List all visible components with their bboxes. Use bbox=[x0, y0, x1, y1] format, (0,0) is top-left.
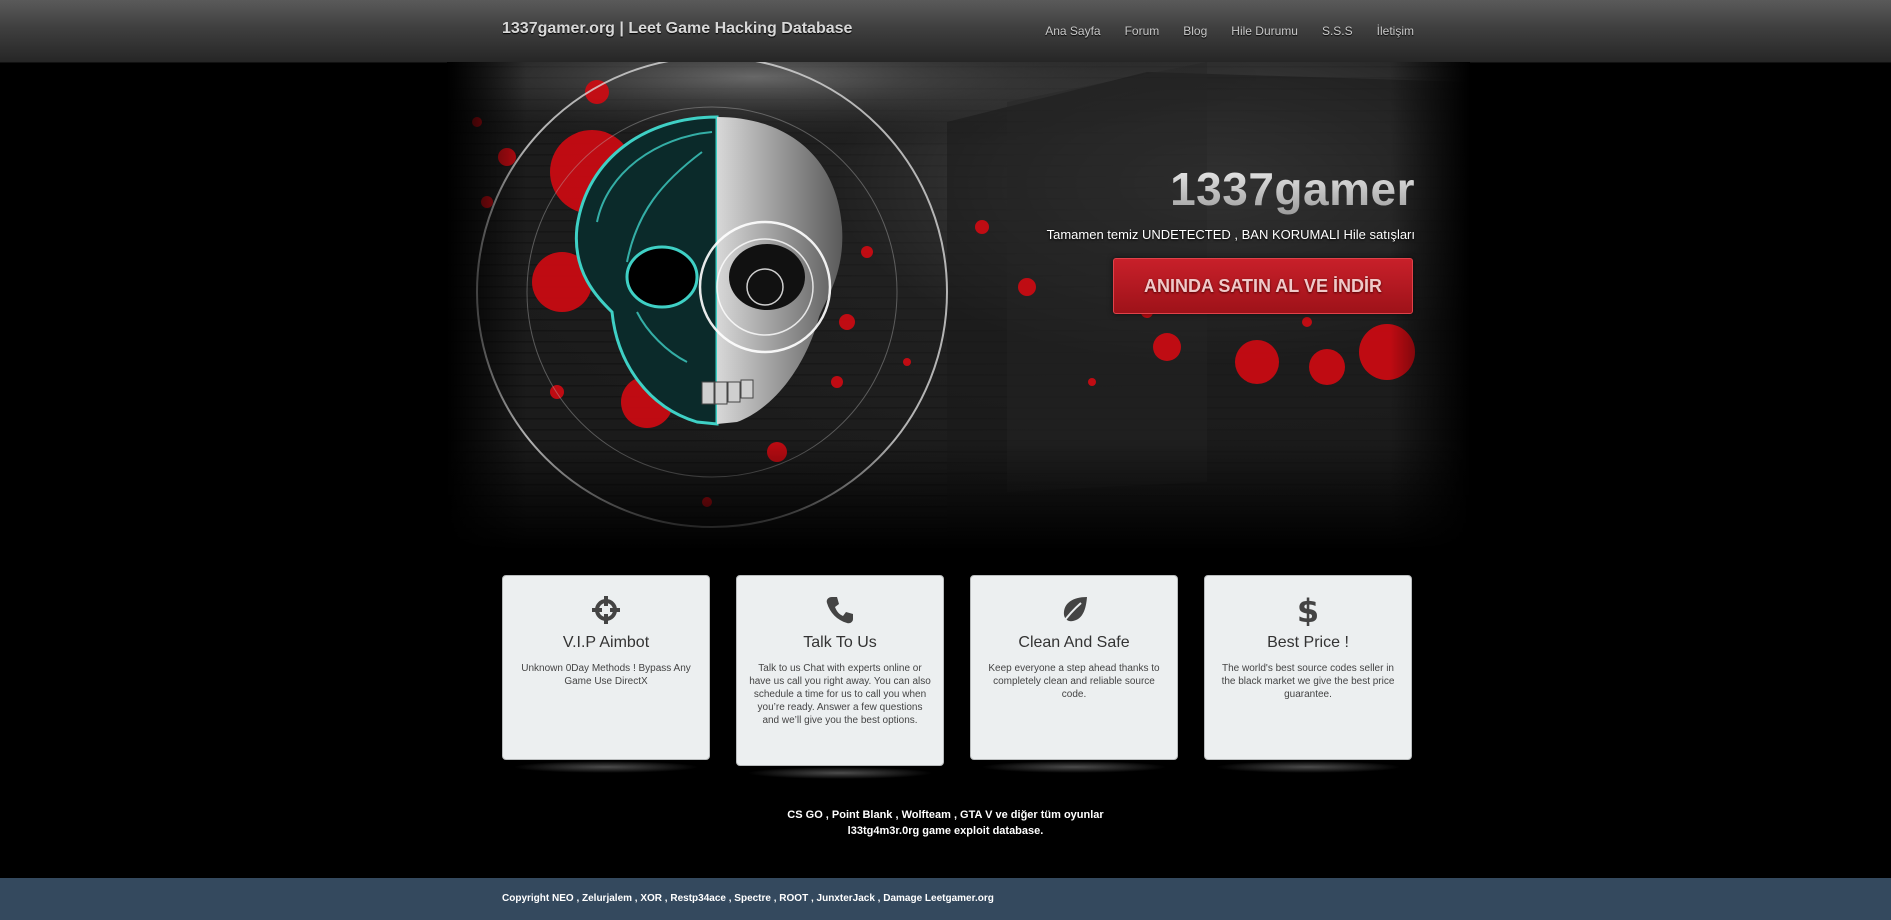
feature-text: Keep everyone a step ahead thanks to com… bbox=[988, 663, 1160, 700]
hero-title: 1337gamer bbox=[1170, 163, 1415, 215]
feature-text: Unknown 0Day Methods ! Bypass Any Game U… bbox=[521, 663, 691, 687]
feature-card-clean: Clean And Safe Keep everyone a step ahea… bbox=[970, 575, 1178, 773]
database-tagline: l33tg4m3r.0rg game exploit database. bbox=[847, 825, 1044, 837]
feature-title: Best Price ! bbox=[1267, 634, 1349, 651]
feature-card-talk: Talk To Us Talk to us Chat with experts … bbox=[736, 575, 944, 779]
nav-item-home[interactable]: Ana Sayfa bbox=[1045, 24, 1100, 38]
card-shadow bbox=[747, 767, 933, 779]
supported-games: CS GO , Point Blank , Wolfteam , GTA V v… bbox=[0, 807, 1891, 839]
buy-download-button[interactable]: ANINDA SATIN AL VE İNDİR bbox=[1113, 258, 1413, 314]
nav-item-contact[interactable]: İletişim bbox=[1377, 24, 1414, 38]
site-brand-link[interactable]: 1337gamer.org | Leet Game Hacking Databa… bbox=[502, 20, 852, 38]
nav-item-forum[interactable]: Forum bbox=[1125, 24, 1160, 38]
top-navbar: 1337gamer.org | Leet Game Hacking Databa… bbox=[0, 0, 1891, 63]
feature-title: V.I.P Aimbot bbox=[562, 634, 650, 651]
feature-title: Clean And Safe bbox=[1018, 634, 1130, 651]
card-shadow bbox=[513, 761, 699, 773]
nav-item-faq[interactable]: S.S.S bbox=[1322, 24, 1353, 38]
card-shadow bbox=[1215, 761, 1401, 773]
footer: Copyright NEO , Zelurjalem , XOR , Restp… bbox=[0, 878, 1891, 920]
feature-card-price: $ Best Price ! The world's best source c… bbox=[1204, 575, 1412, 773]
hero-banner: 1337gamer Tamamen temiz UNDETECTED , BAN… bbox=[447, 62, 1470, 550]
nav-item-blog[interactable]: Blog bbox=[1183, 24, 1207, 38]
feature-text: The world's best source codes seller in … bbox=[1221, 663, 1395, 700]
leaf-icon bbox=[983, 594, 1165, 626]
games-list: CS GO , Point Blank , Wolfteam , GTA V v… bbox=[787, 809, 1104, 821]
hero-subtitle: Tamamen temiz UNDETECTED , BAN KORUMALI … bbox=[1046, 227, 1415, 242]
main-nav: Ana Sayfa Forum Blog Hile Durumu S.S.S İ… bbox=[1045, 24, 1414, 38]
crosshair-icon bbox=[515, 594, 697, 626]
hero-fade-bottom bbox=[447, 440, 1470, 550]
feature-text: Talk to us Chat with experts online or h… bbox=[749, 663, 931, 726]
feature-card-aimbot: V.I.P Aimbot Unknown 0Day Methods ! Bypa… bbox=[502, 575, 710, 773]
copyright-text: Copyright NEO , Zelurjalem , XOR , Restp… bbox=[502, 893, 994, 904]
card-shadow bbox=[981, 761, 1167, 773]
phone-icon bbox=[749, 594, 931, 626]
nav-item-hack-status[interactable]: Hile Durumu bbox=[1231, 24, 1298, 38]
feature-title: Talk To Us bbox=[803, 634, 877, 651]
dollar-icon: $ bbox=[1217, 594, 1399, 626]
svg-text:$: $ bbox=[1297, 594, 1319, 626]
